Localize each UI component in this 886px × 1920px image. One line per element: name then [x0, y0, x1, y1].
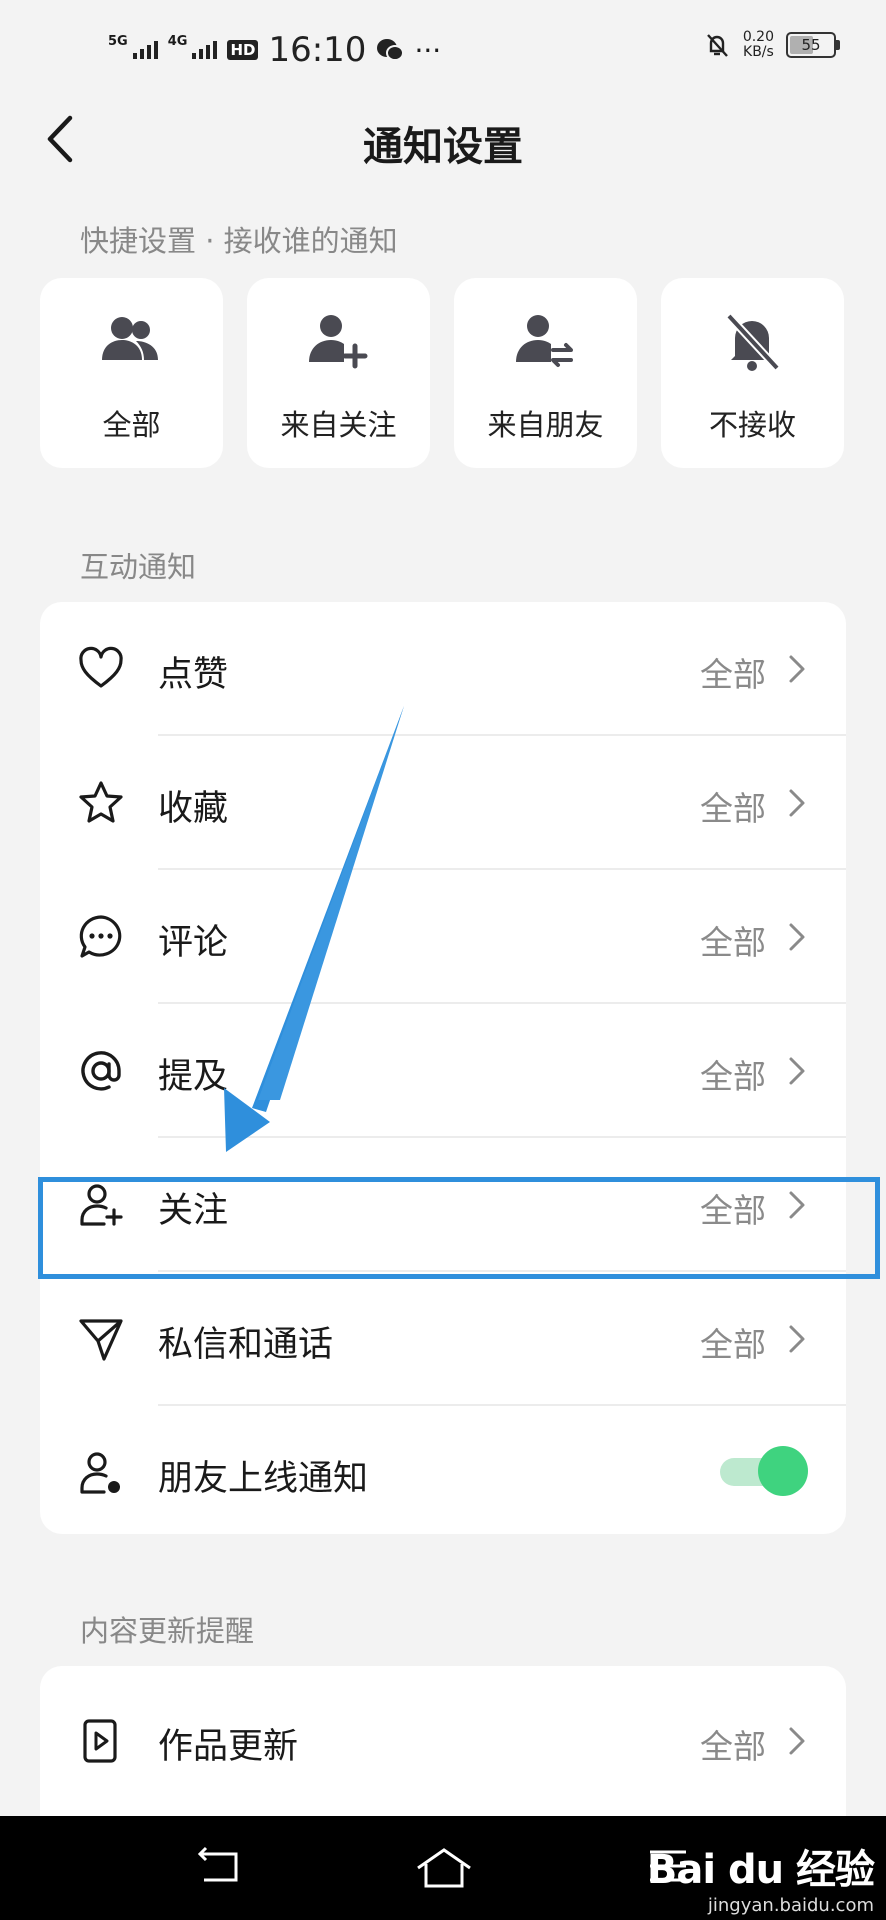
home-nav-icon[interactable]: [414, 1846, 474, 1890]
chevron-right-icon: [789, 923, 805, 951]
video-icon: [83, 1719, 117, 1763]
setting-row-favorite[interactable]: 收藏 全部: [40, 736, 846, 870]
send-icon: [79, 1319, 123, 1361]
friend-online-toggle[interactable]: [720, 1446, 808, 1496]
bell-off-icon: [726, 313, 780, 371]
at-icon: [81, 1051, 121, 1091]
heart-icon: [79, 646, 123, 688]
quick-option-following[interactable]: 来自关注: [247, 278, 430, 468]
star-icon: [79, 781, 123, 823]
setting-row-comment[interactable]: 评论 全部: [40, 870, 846, 1004]
signal-5g-icon: 5G: [108, 34, 158, 59]
back-nav-icon[interactable]: [196, 1846, 244, 1886]
setting-row-friend-online: 朋友上线通知: [40, 1406, 846, 1540]
quick-settings-header: 快捷设置 · 接收谁的通知: [80, 224, 398, 258]
page-title: 通知设置: [363, 124, 523, 170]
quick-option-friends[interactable]: 来自朋友: [454, 278, 637, 468]
setting-row-like[interactable]: 点赞 全部: [40, 602, 846, 736]
group-icon: [102, 317, 158, 360]
user-add-icon: [309, 315, 368, 369]
chevron-right-icon: [789, 1325, 805, 1353]
quick-option-all[interactable]: 全部: [40, 278, 223, 468]
content-update-card: 作品更新 全部: [40, 1666, 846, 1816]
setting-row-mention[interactable]: 提及 全部: [40, 1004, 846, 1138]
mute-bell-icon: [706, 34, 728, 57]
chevron-right-icon: [789, 1057, 805, 1085]
user-online-icon: [80, 1452, 120, 1494]
network-speed: 0.20 KB/s: [742, 29, 774, 60]
content-update-header: 内容更新提醒: [80, 1614, 255, 1648]
setting-row-messages[interactable]: 私信和通话 全部: [40, 1272, 846, 1406]
chevron-right-icon: [789, 1727, 805, 1755]
system-nav-bar: Bai du 经验 jingyan.baidu.com: [0, 1816, 886, 1920]
interaction-card: 点赞 全部 收藏 全部 评论 全部 提及 全部 关注 全部 私信和通话 全部 朋…: [40, 602, 846, 1534]
quick-option-none[interactable]: 不接收: [661, 278, 844, 468]
chevron-right-icon: [789, 789, 805, 817]
interaction-header: 互动通知: [80, 550, 197, 584]
status-time: 16:10: [268, 30, 367, 70]
battery-indicator: 55: [786, 32, 840, 58]
chevron-right-icon: [789, 655, 805, 683]
comment-icon: [79, 915, 122, 958]
status-more-dots: ···: [414, 33, 442, 67]
user-swap-icon: [516, 315, 573, 367]
setting-row-work-update[interactable]: 作品更新 全部: [40, 1674, 846, 1808]
nav-bar: 通知设置: [0, 100, 886, 180]
highlight-box: [38, 1177, 880, 1279]
baidu-watermark: Bai du 经验 jingyan.baidu.com: [646, 1847, 875, 1916]
signal-4g-icon: 4G: [168, 34, 218, 59]
wechat-icon: [377, 39, 405, 61]
toggle-knob: [758, 1446, 808, 1496]
quick-settings-row: 全部 来自关注 来自朋友 不接收: [40, 278, 846, 468]
status-bar: 5G 4G HD 16:10 ··· 0.20 KB/s 55: [0, 0, 886, 100]
hd-badge: HD: [227, 40, 259, 60]
